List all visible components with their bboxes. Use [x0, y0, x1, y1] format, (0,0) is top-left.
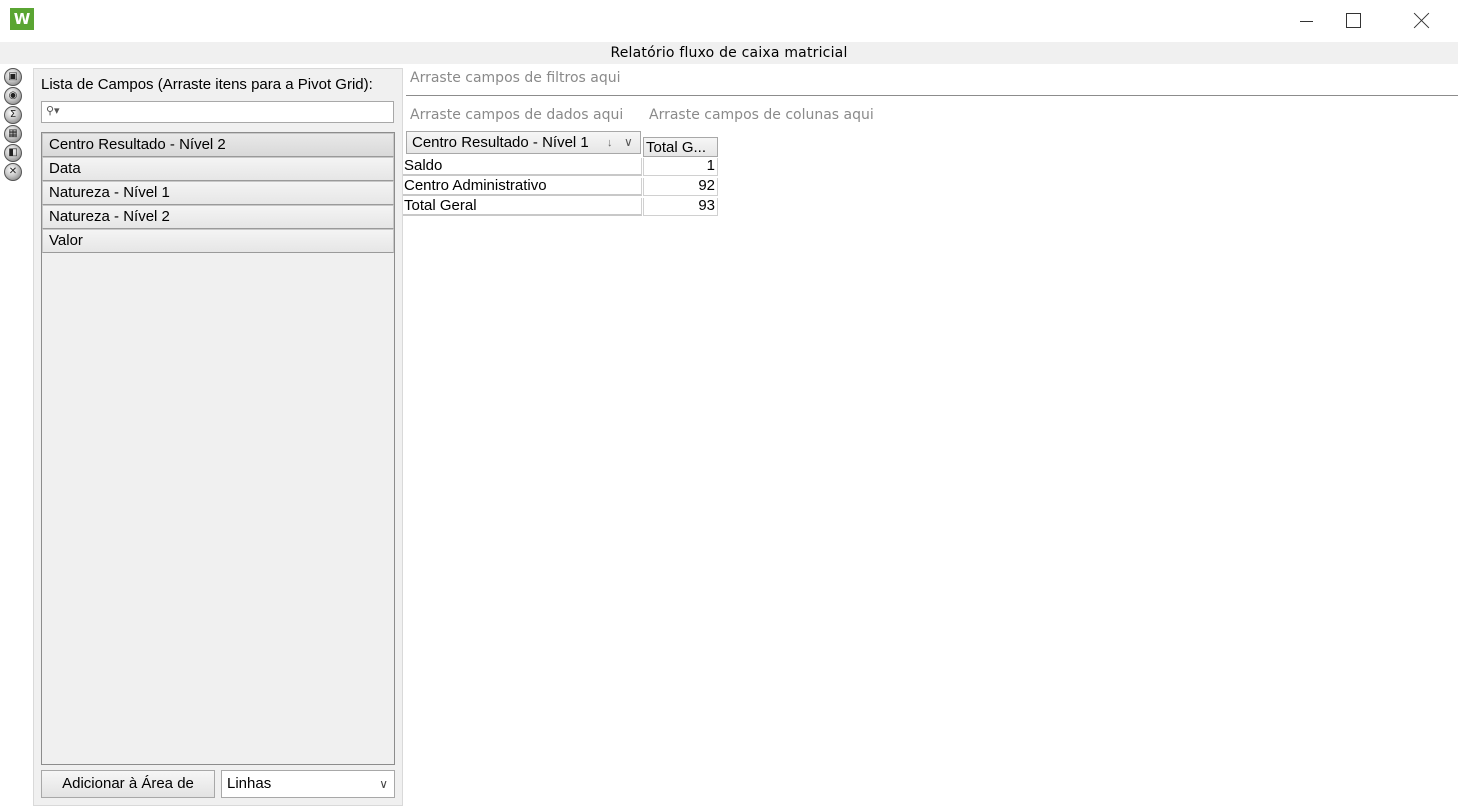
field-list-title: Lista de Campos (Arraste itens para a Pi… [41, 76, 373, 93]
app-logo: W [10, 8, 34, 30]
field-item-valor[interactable]: Valor [42, 229, 394, 253]
column-drop-zone[interactable]: Arraste campos de colunas aqui [649, 107, 874, 123]
filter-zone-divider [406, 95, 1458, 96]
row-header-saldo[interactable]: Saldo [403, 158, 642, 176]
field-search-input[interactable] [60, 103, 390, 121]
sum-icon[interactable]: Σ [4, 106, 22, 124]
area-select[interactable]: Linhas ∨ [221, 770, 395, 798]
column-header-total[interactable]: Total G... [643, 137, 718, 157]
minimize-icon [1299, 21, 1313, 22]
export-icon[interactable]: ◧ [4, 144, 22, 162]
field-search-box[interactable]: ⚲▾ [41, 101, 394, 123]
row-header-centro-administrativo[interactable]: Centro Administrativo [403, 178, 642, 196]
filter-drop-zone[interactable]: Arraste campos de filtros aqui [410, 70, 621, 86]
cell-total-geral[interactable]: 93 [643, 198, 718, 216]
window-titlebar: W [0, 0, 1458, 40]
field-list-panel: Lista de Campos (Arraste itens para a Pi… [33, 68, 403, 806]
toolstrip: ▣ ◉ Σ ▦ ◧ ✕ [4, 68, 26, 182]
grid-icon[interactable]: ▦ [4, 125, 22, 143]
print-icon[interactable]: ▣ [4, 68, 22, 86]
data-drop-zone[interactable]: Arraste campos de dados aqui [410, 107, 623, 123]
row-field-label: Centro Resultado - Nível 1 [412, 134, 589, 151]
close-button[interactable] [1399, 0, 1445, 40]
field-item-natureza-nivel-1[interactable]: Natureza - Nível 1 [42, 181, 394, 205]
report-title: Relatório fluxo de caixa matricial [0, 42, 1458, 64]
row-field-header[interactable]: Centro Resultado - Nível 1 ↓ ∨ [406, 131, 641, 154]
field-item-natureza-nivel-2[interactable]: Natureza - Nível 2 [42, 205, 394, 229]
chevron-down-icon: ∨ [379, 777, 388, 791]
area-select-value: Linhas [227, 775, 272, 792]
sort-down-icon[interactable]: ↓ [607, 133, 613, 154]
field-item-centro-resultado-nivel-2[interactable]: Centro Resultado - Nível 2 [42, 133, 394, 157]
filter-dropdown-icon[interactable]: ∨ [624, 132, 633, 153]
search-icon[interactable]: ⚲▾ [46, 104, 60, 117]
cell-saldo-total[interactable]: 1 [643, 158, 718, 176]
maximize-icon [1345, 12, 1361, 28]
row-header-total-geral[interactable]: Total Geral [403, 198, 642, 216]
minimize-button[interactable] [1283, 0, 1329, 40]
add-to-area-button[interactable]: Adicionar à Área de [41, 770, 215, 798]
field-list: Centro Resultado - Nível 2 Data Natureza… [41, 132, 395, 765]
excel-icon[interactable]: ✕ [4, 163, 22, 181]
camera-icon[interactable]: ◉ [4, 87, 22, 105]
cell-centro-administrativo-total[interactable]: 92 [643, 178, 718, 196]
close-icon [1414, 12, 1430, 28]
maximize-button[interactable] [1330, 0, 1376, 40]
field-item-data[interactable]: Data [42, 157, 394, 181]
